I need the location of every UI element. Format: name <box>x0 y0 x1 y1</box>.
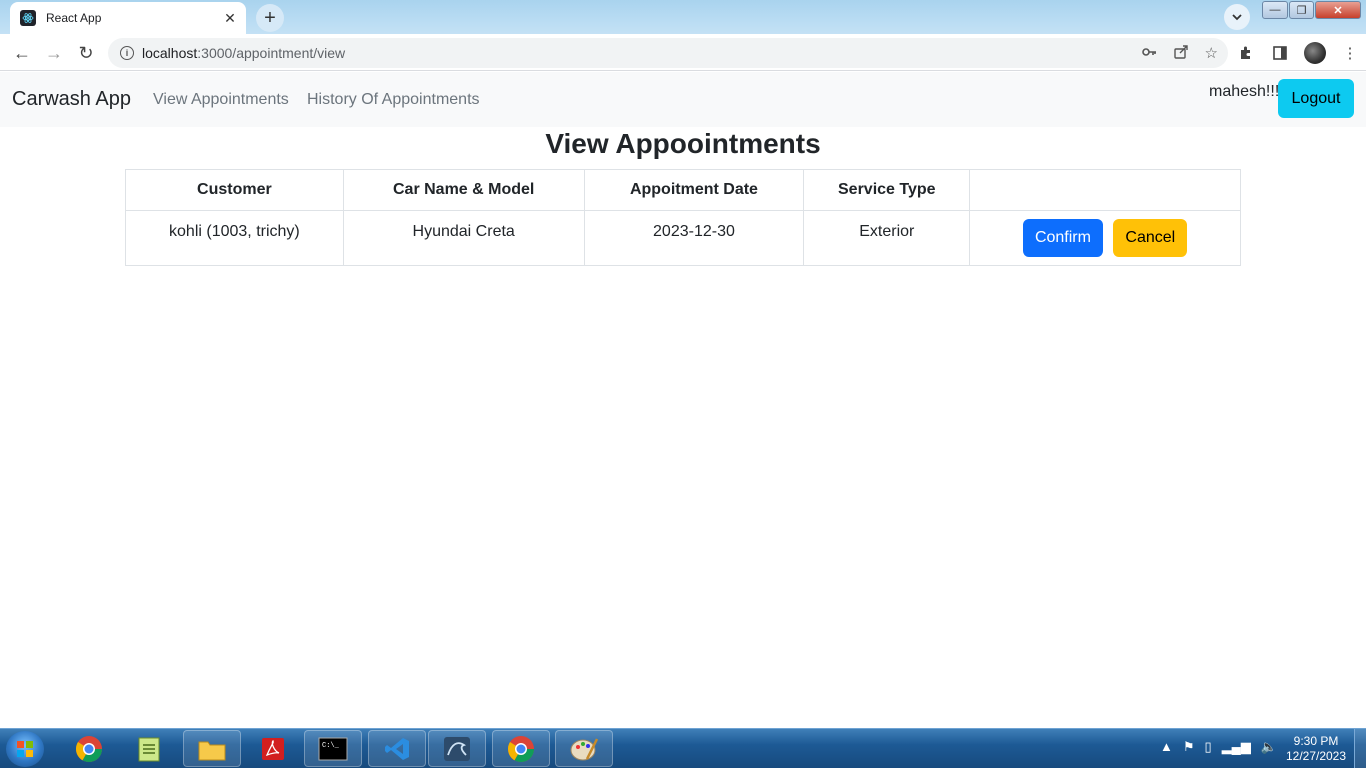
column-header-service: Service Type <box>803 169 971 211</box>
chevron-down-icon <box>1232 14 1242 21</box>
info-icon[interactable]: i <box>120 46 134 60</box>
column-header-date: Appoitment Date <box>583 169 805 211</box>
confirm-button[interactable]: Confirm <box>1022 219 1103 257</box>
app-navbar: Carwash App View Appointments History Of… <box>0 72 1366 127</box>
acrobat-icon[interactable] <box>244 730 302 767</box>
column-header-customer: Customer <box>125 169 344 211</box>
chrome-icon[interactable] <box>492 730 550 767</box>
windows-logo-icon <box>17 741 33 757</box>
cell-customer: kohli (1003, trichy) <box>125 210 344 266</box>
system-tray: ▲ ⚑ ▯ ▂▄▆ 🔈 <box>1160 739 1277 755</box>
clock-date: 12/27/2023 <box>1285 749 1347 763</box>
nav-link-history-of-appointments[interactable]: History Of Appointments <box>307 91 480 109</box>
browser-tab[interactable]: React App ✕ <box>10 2 246 34</box>
new-tab-button[interactable]: + <box>256 4 284 32</box>
address-bar[interactable]: i localhost:3000/appointment/view ☆ <box>108 38 1228 68</box>
brand-link[interactable]: Carwash App <box>12 88 131 111</box>
windows-taskbar: C:\_ ▲ ⚑ ▯ ▂▄▆ 🔈 9:30 PM 12/27/2023 <box>0 728 1366 768</box>
profile-avatar[interactable] <box>1304 42 1326 64</box>
tab-close-icon[interactable]: ✕ <box>222 10 238 27</box>
url-text[interactable]: localhost:3000/appointment/view <box>142 45 345 61</box>
cmd-icon[interactable]: C:\_ <box>304 730 362 767</box>
forward-icon[interactable]: → <box>42 41 66 65</box>
reload-icon[interactable]: ↻ <box>74 41 98 65</box>
paint-icon[interactable] <box>555 730 613 767</box>
browser-toolbar: ← → ↻ i localhost:3000/appointment/view … <box>0 34 1366 71</box>
tab-title: React App <box>46 11 102 25</box>
clock-time: 9:30 PM <box>1293 734 1339 748</box>
window-close-button[interactable]: ✕ <box>1315 1 1361 19</box>
mysql-workbench-icon[interactable] <box>428 730 486 767</box>
tray-expand-icon[interactable]: ▲ <box>1160 739 1173 755</box>
back-icon[interactable]: ← <box>10 41 34 65</box>
tab-search-button[interactable] <box>1224 4 1250 30</box>
page-title: View Appoointments <box>545 128 821 159</box>
action-center-flag-icon[interactable]: ⚑ <box>1183 739 1195 755</box>
table-row: kohli (1003, trichy) Hyundai Creta 2023-… <box>125 210 1241 266</box>
vscode-icon[interactable] <box>368 730 426 767</box>
cell-service: Exterior <box>803 210 971 266</box>
sidepanel-icon[interactable] <box>1270 43 1290 63</box>
browser-tabstrip: React App ✕ + — ❐ ✕ <box>0 0 1366 34</box>
key-icon[interactable] <box>1141 44 1157 64</box>
cancel-button[interactable]: Cancel <box>1113 219 1188 257</box>
column-header-car: Car Name & Model <box>342 169 585 211</box>
nav-link-view-appointments[interactable]: View Appointments <box>153 91 289 109</box>
window-minimize-button[interactable]: — <box>1262 1 1288 19</box>
chrome-icon[interactable] <box>60 730 118 767</box>
taskbar-clock[interactable]: 9:30 PM 12/27/2023 <box>1284 734 1348 764</box>
cell-car: Hyundai Creta <box>342 210 585 266</box>
react-favicon-icon <box>20 10 36 26</box>
menu-icon[interactable]: ⋮ <box>1340 43 1360 63</box>
start-button[interactable] <box>6 731 44 767</box>
svg-text:C:\_: C:\_ <box>322 742 340 750</box>
cell-actions: Confirm Cancel <box>969 210 1241 266</box>
file-explorer-icon[interactable] <box>183 730 241 767</box>
show-desktop-button[interactable] <box>1354 729 1366 768</box>
appointments-table: Customer Car Name & Model Appoitment Dat… <box>125 169 1241 266</box>
star-icon[interactable]: ☆ <box>1205 44 1218 64</box>
share-icon[interactable] <box>1173 44 1189 64</box>
table-header-row: Customer Car Name & Model Appoitment Dat… <box>125 169 1241 211</box>
volume-icon[interactable]: 🔈 <box>1261 739 1277 755</box>
network-signal-icon[interactable]: ▂▄▆ <box>1222 739 1251 755</box>
column-header-actions <box>969 169 1241 211</box>
extensions-icon[interactable] <box>1236 43 1256 63</box>
username-label: mahesh!!! <box>1209 83 1280 100</box>
cell-date: 2023-12-30 <box>583 210 805 266</box>
logout-button[interactable]: Logout <box>1278 79 1354 118</box>
notepad-icon[interactable] <box>120 730 178 767</box>
power-icon[interactable]: ▯ <box>1205 739 1212 755</box>
window-restore-button[interactable]: ❐ <box>1289 1 1314 19</box>
